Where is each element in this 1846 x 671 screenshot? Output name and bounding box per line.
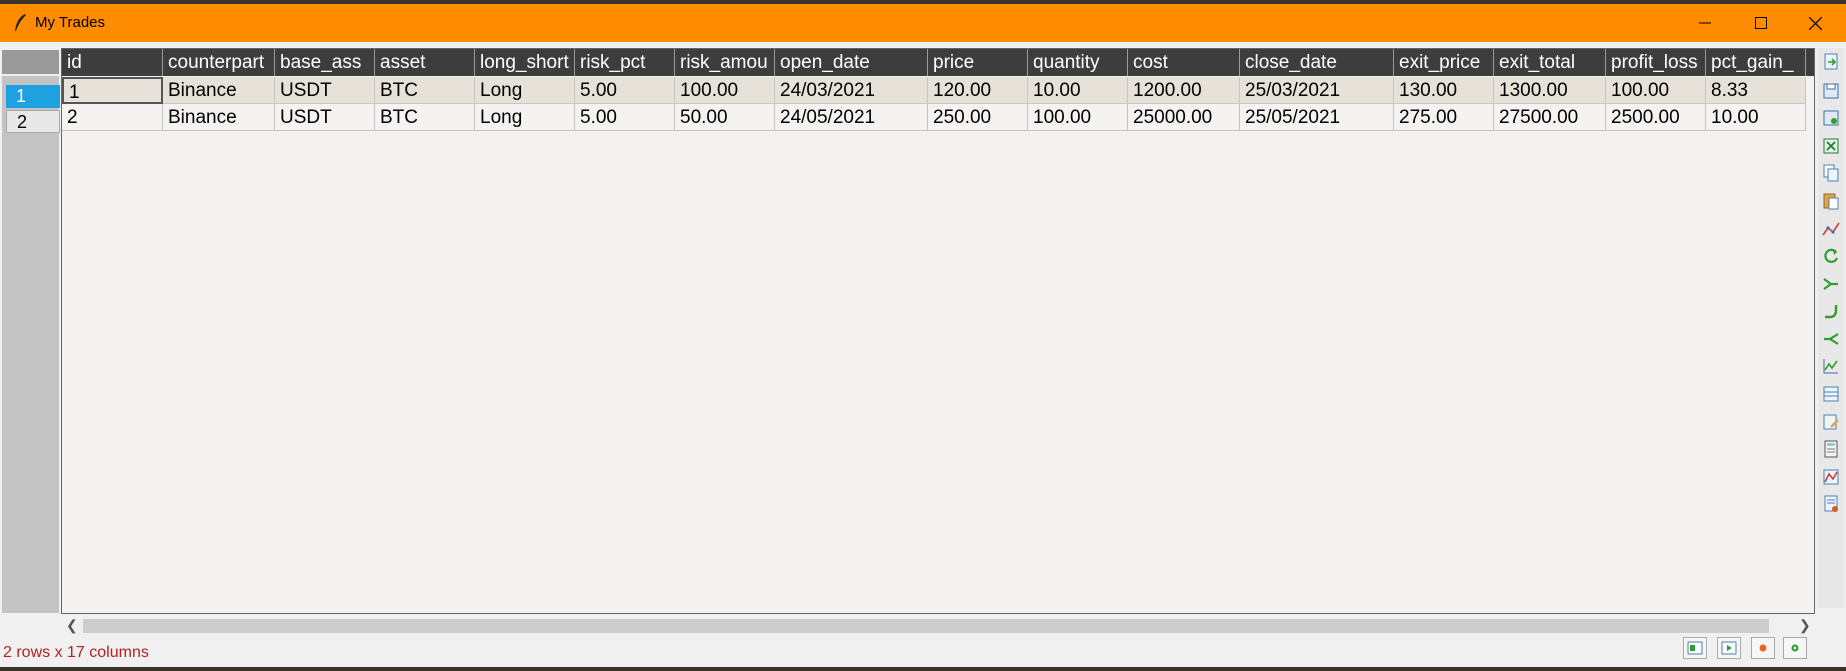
add-column-icon — [1721, 641, 1737, 655]
column-header-exit-price[interactable]: exit_price — [1394, 49, 1494, 76]
column-header-close-date[interactable]: close_date — [1240, 49, 1394, 76]
side-toolbar — [1818, 48, 1844, 608]
scroll-right-icon[interactable]: ❯ — [1799, 617, 1811, 634]
column-header-asset[interactable]: asset — [375, 49, 475, 76]
table-icon[interactable] — [1821, 384, 1841, 404]
column-header-id[interactable]: id — [62, 49, 163, 76]
report-icon[interactable] — [1821, 494, 1841, 514]
merge-icon[interactable] — [1821, 274, 1841, 294]
graph-icon[interactable] — [1821, 467, 1841, 487]
pivot-icon[interactable] — [1821, 301, 1841, 321]
column-header-risk-amou[interactable]: risk_amou — [675, 49, 775, 76]
edit-icon[interactable] — [1821, 412, 1841, 432]
horizontal-scrollbar[interactable]: ❮ ❯ — [61, 616, 1815, 634]
copy-icon[interactable] — [1821, 163, 1841, 183]
settings-icon — [1791, 644, 1799, 652]
save-as-icon[interactable] — [1821, 108, 1841, 128]
table-cell[interactable]: 5.00 — [575, 104, 675, 131]
table-cell[interactable]: USDT — [275, 104, 375, 131]
maximize-icon — [1755, 17, 1767, 29]
column-header-quantity[interactable]: quantity — [1028, 49, 1128, 76]
table-cell[interactable]: 1300.00 — [1494, 77, 1606, 104]
aggregate-icon[interactable] — [1821, 329, 1841, 349]
window-title: My Trades — [35, 14, 106, 31]
table-cell[interactable]: 24/05/2021 — [775, 104, 928, 131]
close-icon — [1809, 17, 1822, 30]
table-cell[interactable]: 10.00 — [1706, 104, 1806, 131]
calculator-icon[interactable] — [1821, 439, 1841, 459]
table-cell[interactable]: Binance — [163, 77, 275, 104]
table-cell[interactable]: 25/05/2021 — [1240, 104, 1394, 131]
table-cell[interactable]: 1 — [62, 77, 163, 104]
column-header-profit-loss[interactable]: profit_loss — [1606, 49, 1706, 76]
import-icon[interactable] — [1821, 52, 1841, 72]
table-cell[interactable]: Long — [475, 104, 575, 131]
table-cell[interactable]: 2500.00 — [1606, 104, 1706, 131]
plot-icon[interactable] — [1821, 219, 1841, 239]
table-row[interactable]: 1 Binance USDT BTC Long 5.00 100.00 24/0… — [62, 77, 1814, 104]
table-cell[interactable]: 50.00 — [675, 104, 775, 131]
column-header-pct-gain[interactable]: pct_gain_ — [1706, 49, 1806, 76]
table-cell[interactable]: 100.00 — [1606, 77, 1706, 104]
feather-icon — [15, 14, 26, 31]
minimize-button[interactable] — [1682, 4, 1728, 42]
table-cell[interactable]: USDT — [275, 77, 375, 104]
table-cell[interactable]: 25000.00 — [1128, 104, 1240, 131]
column-header-counterpart[interactable]: counterpart — [163, 49, 275, 76]
save-icon[interactable] — [1821, 81, 1841, 101]
table-cell[interactable]: 120.00 — [928, 77, 1028, 104]
column-header-price[interactable]: price — [928, 49, 1028, 76]
table-cell[interactable]: 5.00 — [575, 77, 675, 104]
add-row-icon — [1687, 641, 1703, 655]
table-cell[interactable]: 1200.00 — [1128, 77, 1240, 104]
table-cell[interactable]: 2 — [62, 104, 163, 131]
chart-icon[interactable] — [1821, 356, 1841, 376]
table-cell[interactable]: BTC — [375, 77, 475, 104]
table-cell[interactable]: 25/03/2021 — [1240, 77, 1394, 104]
column-header-risk-pct[interactable]: risk_pct — [575, 49, 675, 76]
settings-button[interactable] — [1783, 637, 1807, 659]
table-cell[interactable]: 10.00 — [1028, 77, 1128, 104]
data-table: id counterpart base_ass asset long_short… — [61, 48, 1815, 614]
column-header-cost[interactable]: cost — [1128, 49, 1240, 76]
table-row[interactable]: 2 Binance USDT BTC Long 5.00 50.00 24/05… — [62, 104, 1814, 131]
table-cell[interactable]: 250.00 — [928, 104, 1028, 131]
table-cell[interactable]: BTC — [375, 104, 475, 131]
table-cell[interactable]: 8.33 — [1706, 77, 1806, 104]
title-bar[interactable]: My Trades — [0, 4, 1846, 42]
table-cell[interactable]: Binance — [163, 104, 275, 131]
paste-icon[interactable] — [1821, 191, 1841, 211]
row-header-corner[interactable] — [2, 50, 59, 74]
row-header-1[interactable]: 1 — [6, 85, 60, 108]
column-header-long-short[interactable]: long_short — [475, 49, 575, 76]
transpose-icon[interactable] — [1821, 246, 1841, 266]
table-cell[interactable]: 100.00 — [675, 77, 775, 104]
delete-icon — [1759, 644, 1767, 652]
scroll-left-icon[interactable]: ❮ — [66, 617, 78, 634]
excel-icon[interactable] — [1821, 136, 1841, 156]
column-header-exit-total[interactable]: exit_total — [1494, 49, 1606, 76]
table-cell[interactable]: 27500.00 — [1494, 104, 1606, 131]
minimize-icon — [1699, 22, 1711, 24]
add-column-button[interactable] — [1717, 637, 1741, 659]
table-cell[interactable]: 130.00 — [1394, 77, 1494, 104]
app-window: My Trades 1 2 id counterpart base_ass as… — [0, 4, 1846, 667]
column-header-row: id counterpart base_ass asset long_short… — [62, 49, 1814, 76]
scrollbar-thumb[interactable] — [83, 619, 1769, 633]
table-cell[interactable]: 275.00 — [1394, 104, 1494, 131]
column-header-open-date[interactable]: open_date — [775, 49, 928, 76]
status-text: 2 rows x 17 columns — [3, 644, 149, 661]
close-button[interactable] — [1792, 4, 1838, 42]
row-header-2[interactable]: 2 — [6, 110, 60, 133]
add-row-button[interactable] — [1683, 637, 1707, 659]
delete-button[interactable] — [1751, 637, 1775, 659]
column-header-base-ass[interactable]: base_ass — [275, 49, 375, 76]
table-cell[interactable]: 100.00 — [1028, 104, 1128, 131]
table-cell[interactable]: Long — [475, 77, 575, 104]
maximize-button[interactable] — [1738, 4, 1784, 42]
row-header-column: 1 2 — [2, 76, 60, 613]
table-cell[interactable]: 24/03/2021 — [775, 77, 928, 104]
